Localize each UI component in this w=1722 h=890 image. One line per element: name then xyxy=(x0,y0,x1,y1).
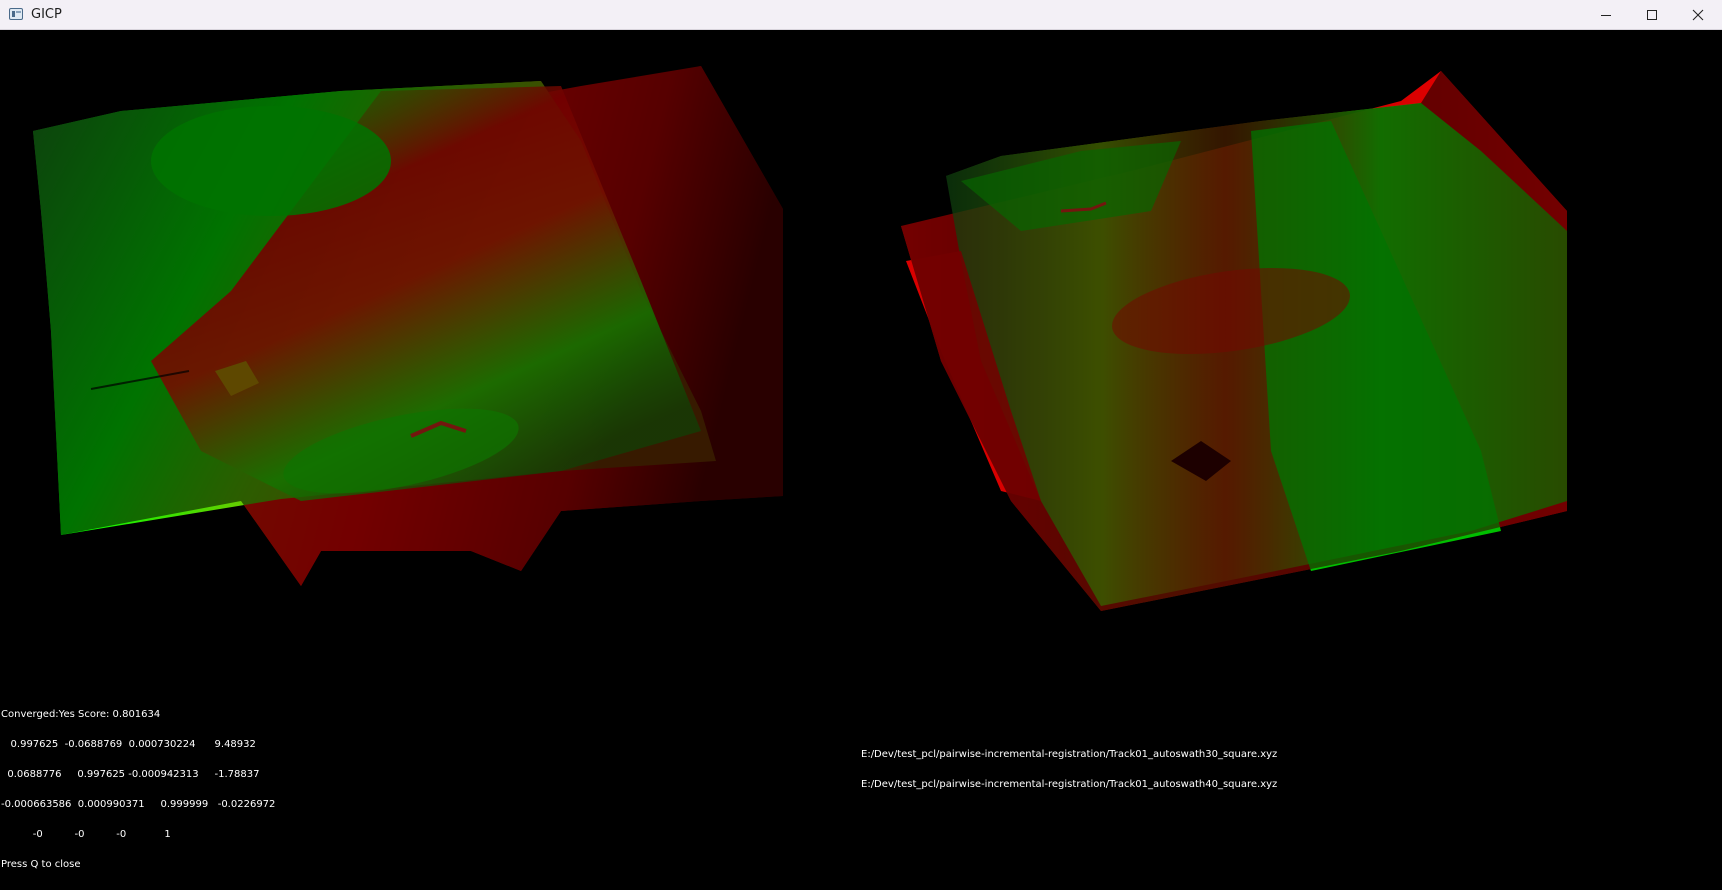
close-hint-text: Press Q to close xyxy=(1,859,81,870)
transform-matrix-row-2: 0.0688776 0.997625 -0.000942313 -1.78837 xyxy=(1,769,260,780)
target-file-path: E:/Dev/test_pcl/pairwise-incremental-reg… xyxy=(861,779,1278,790)
minimize-button[interactable] xyxy=(1583,0,1629,30)
transform-matrix-row-1: 0.997625 -0.0688769 0.000730224 9.48932 xyxy=(1,739,256,750)
point-cloud-scene[interactable] xyxy=(1,31,1721,751)
left-registration-view xyxy=(33,66,783,586)
right-registration-view xyxy=(901,71,1567,611)
title-bar[interactable]: GICP xyxy=(0,0,1722,30)
maximize-button[interactable] xyxy=(1629,0,1675,30)
app-window-icon xyxy=(9,8,23,20)
maximize-icon xyxy=(1647,10,1657,20)
converged-score-text: Converged:Yes Score: 0.801634 xyxy=(1,709,161,720)
transform-matrix-row-3: -0.000663586 0.000990371 0.999999 -0.022… xyxy=(1,799,276,810)
file-paths-overlay: E:/Dev/test_pcl/pairwise-incremental-reg… xyxy=(861,730,1277,810)
window-title: GICP xyxy=(31,7,62,22)
minimize-icon xyxy=(1601,15,1611,16)
transform-matrix-row-4: -0 -0 -0 1 xyxy=(1,829,171,840)
close-icon xyxy=(1692,9,1704,21)
registration-result-overlay: Converged:Yes Score: 0.801634 0.997625 -… xyxy=(1,690,275,890)
point-cloud-viewport[interactable]: Converged:Yes Score: 0.801634 0.997625 -… xyxy=(1,31,1721,870)
close-button[interactable] xyxy=(1675,0,1721,30)
